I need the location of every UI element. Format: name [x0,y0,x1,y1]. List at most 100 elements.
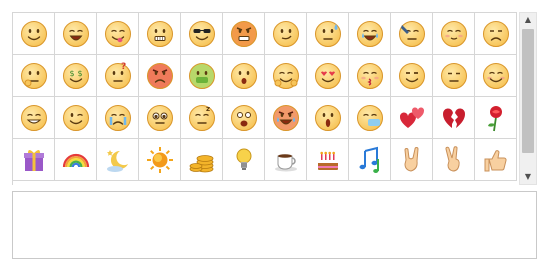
emoticon-cell[interactable] [307,13,349,55]
emoticon-cell[interactable] [433,13,475,55]
thumbs-up-icon [481,145,511,175]
scroll-thumb[interactable] [522,29,534,153]
surprised-face-icon [229,61,259,91]
rose-icon [481,103,511,133]
svg-text:z: z [206,105,210,113]
emoticon-cell[interactable] [55,139,97,181]
emoticon-cell[interactable] [475,13,517,55]
emoticon-cell[interactable] [391,55,433,97]
emoticon-cell[interactable] [139,97,181,139]
scroll-down-arrow-icon[interactable]: ▼ [520,170,536,184]
broken-heart-icon [439,103,469,133]
emoticon-cell[interactable] [181,13,223,55]
emoticon-cell[interactable] [13,13,55,55]
nauseous-face-icon [187,61,217,91]
rainbow-icon [61,145,91,175]
victory-hand-icon [439,145,469,175]
music-notes-icon [355,145,385,175]
emoticon-cell[interactable] [349,97,391,139]
emoticon-cell[interactable] [181,55,223,97]
emoticon-cell[interactable] [391,13,433,55]
emoticon-cell[interactable]: z [181,97,223,139]
emoticon-cell[interactable] [391,97,433,139]
angry-face-icon [229,19,259,49]
emoticon-cell[interactable] [433,55,475,97]
shy-face-icon [439,19,469,49]
sleepy-face-icon: z [187,103,217,133]
emoticon-cell[interactable] [223,13,265,55]
emoticon-cell[interactable] [139,139,181,181]
rock-hand-icon [397,145,427,175]
money-eyes-face-icon: $ $ [61,61,91,91]
kiss-face-icon [355,61,385,91]
emoticon-cell[interactable] [391,139,433,181]
emoticon-cell[interactable] [265,97,307,139]
birthday-cake-icon [313,145,343,175]
emoticon-cell[interactable] [97,97,139,139]
scheming-face-icon [397,61,427,91]
emoticon-cell[interactable] [349,139,391,181]
svg-text:?: ? [121,62,126,72]
light-bulb-icon [229,145,259,175]
scroll-up-arrow-icon[interactable]: ▲ [520,13,536,27]
emoticon-cell[interactable] [349,13,391,55]
smile-face-icon [19,19,49,49]
crying-face-icon [355,19,385,49]
scared-face-icon [229,103,259,133]
emoticon-cell[interactable] [223,55,265,97]
sun-icon [145,145,175,175]
emoticon-cell[interactable] [265,55,307,97]
emoticon-grid: $ $ ? z [13,13,517,181]
bored-face-icon [439,61,469,91]
grimace-face-icon [145,19,175,49]
emoticon-cell[interactable] [181,139,223,181]
emoticon-cell[interactable] [307,55,349,97]
emoticon-cell[interactable]: $ $ [55,55,97,97]
facepalm-face-icon [397,19,427,49]
shocked-face-icon [313,103,343,133]
frown-face-icon [481,19,511,49]
emoticon-cell[interactable] [13,139,55,181]
emoticon-cell[interactable] [433,139,475,181]
emoticon-cell[interactable] [307,139,349,181]
tears-face-icon [103,103,133,133]
svg-text:$: $ [77,69,82,78]
sweat-face-icon [313,19,343,49]
emoticon-cell[interactable] [97,13,139,55]
emoticon-panel: $ $ ? z [12,12,517,185]
wink-face-icon [61,103,91,133]
emoticon-cell[interactable] [433,97,475,139]
emoticon-cell[interactable] [223,97,265,139]
furious-crying-face-icon [271,103,301,133]
sneeze-face-icon [355,103,385,133]
emoticon-cell[interactable] [265,13,307,55]
emoticon-cell[interactable] [55,13,97,55]
emoticon-cell[interactable] [349,55,391,97]
emoticon-cell[interactable] [475,55,517,97]
emoticon-cell[interactable] [97,139,139,181]
smirk-face-icon [271,19,301,49]
question-face-icon: ? [103,61,133,91]
emoticon-cell[interactable]: ? [97,55,139,97]
sunglasses-face-icon [187,19,217,49]
red-angry-face-icon [145,61,175,91]
message-input[interactable] [12,191,537,259]
emoticon-scrollbar[interactable]: ▲ ▼ [519,12,537,185]
grin-face-icon [19,103,49,133]
emoticon-cell[interactable] [475,139,517,181]
emoticon-cell[interactable] [55,97,97,139]
emoticon-cell[interactable] [13,55,55,97]
moon-stars-icon [103,145,133,175]
tongue-out-face-icon [103,19,133,49]
blushing-face-icon [481,61,511,91]
emoticon-cell[interactable] [139,55,181,97]
emoticon-cell[interactable] [223,139,265,181]
gift-icon [19,145,49,175]
heart-eyes-face-icon [313,61,343,91]
emoticon-cell[interactable] [13,97,55,139]
hearts-icon [397,103,427,133]
emoticon-cell[interactable] [139,13,181,55]
emoticon-cell[interactable] [307,97,349,139]
emoticon-cell[interactable] [475,97,517,139]
emoticon-cell[interactable] [265,139,307,181]
